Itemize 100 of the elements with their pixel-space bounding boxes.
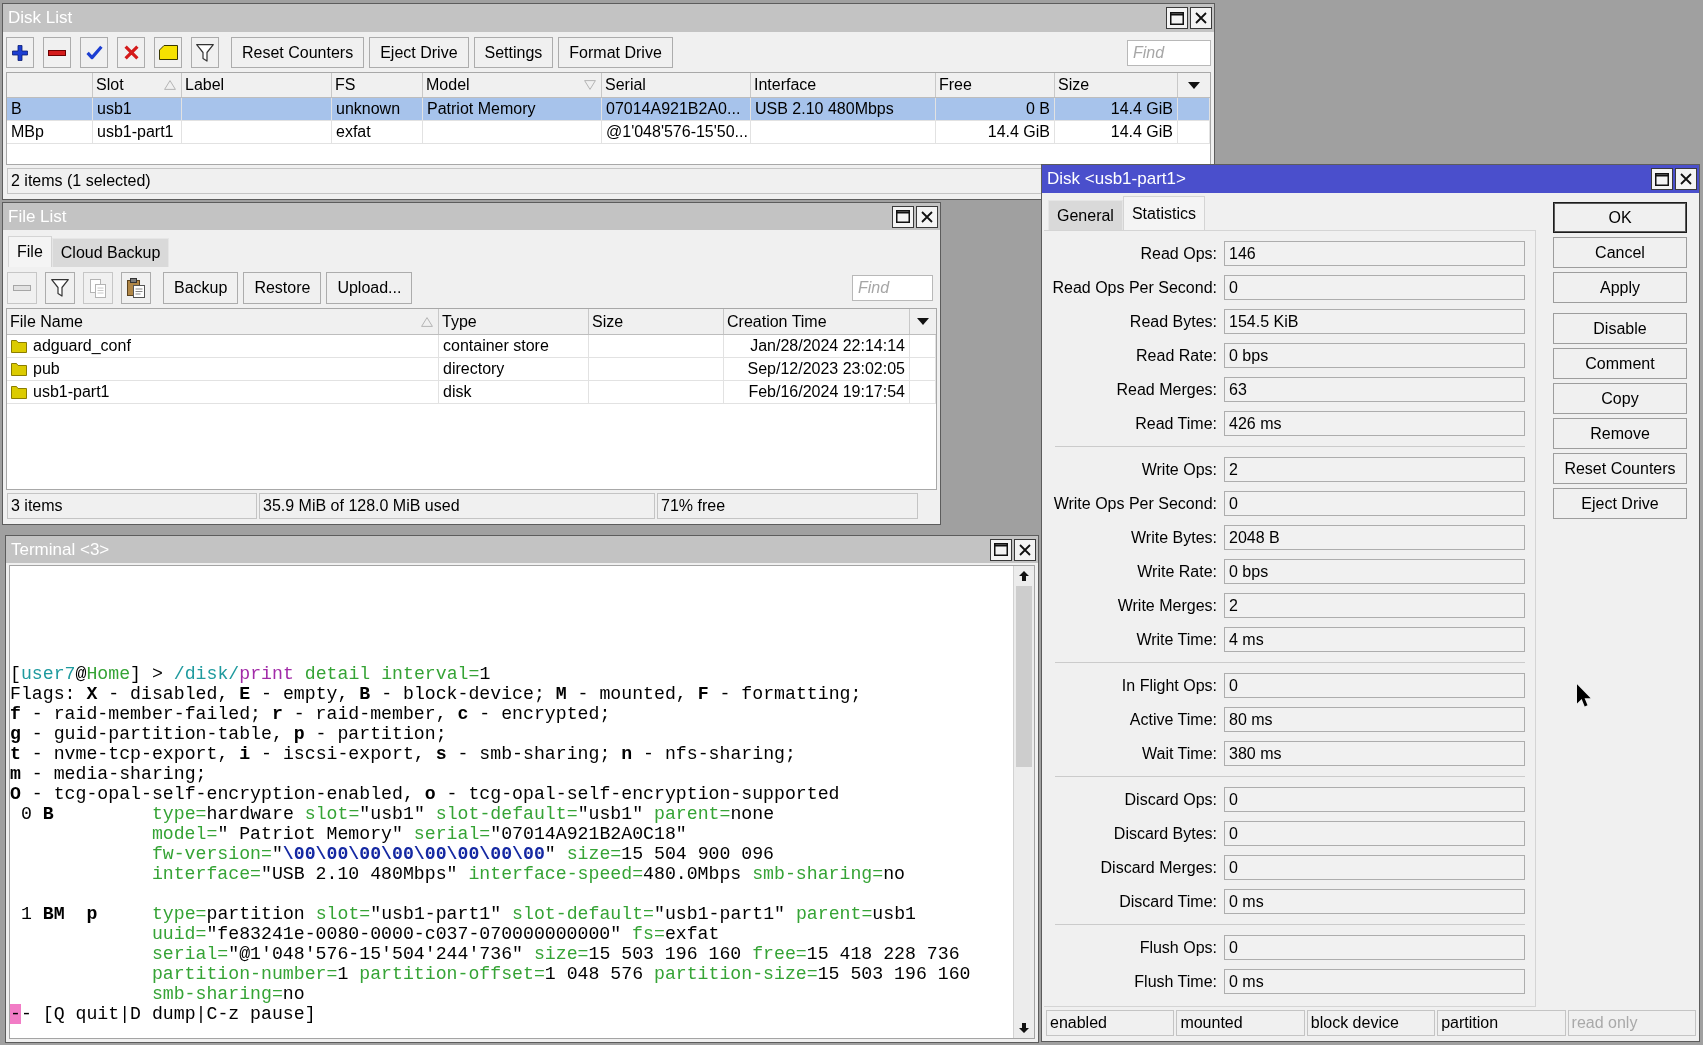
enable-button[interactable] (80, 37, 108, 68)
folder-icon (11, 385, 27, 399)
maximize-icon (1170, 11, 1184, 25)
table-cell: 0 B (936, 98, 1055, 120)
maximize-button[interactable] (892, 205, 914, 228)
value-field[interactable]: 0 (1224, 935, 1525, 960)
table-row[interactable]: pub directory Sep/12/2023 23:02:05 (7, 358, 936, 381)
close-button[interactable] (1014, 538, 1036, 561)
table-cell: 07014A921B2A0... (602, 98, 751, 120)
close-button[interactable] (1675, 168, 1697, 190)
check-icon (85, 45, 103, 60)
find-field[interactable]: Find (852, 275, 933, 301)
column-header[interactable]: Type (439, 309, 589, 334)
window-title: Disk <usb1-part1> (1047, 169, 1186, 189)
scrollbar[interactable] (1013, 566, 1034, 1038)
table-row[interactable]: B usb1 unknown Patriot Memory 07014A921B2A0... USB 2.10 480Mbps 0 B 14.4 GiB (7, 98, 1210, 121)
dialog-button[interactable]: Comment (1553, 348, 1687, 379)
column-header[interactable]: Interface (751, 73, 936, 97)
toolbar-button[interactable]: Reset Counters (231, 37, 365, 68)
find-field[interactable]: Find (1127, 39, 1211, 66)
field-label: Flush Ops: (1139, 938, 1217, 957)
terminal-line: 0 B type=hardware slot="usb1" slot-default="usb1" parent=none (19, 804, 775, 824)
remove-button[interactable] (43, 37, 71, 68)
value-field[interactable]: 80 ms (1224, 707, 1525, 732)
minus-icon (48, 49, 66, 56)
terminal-line: serial="@1'048'576-15'504'244'736" size=15 503 196 160 free=15 418 228 736 (151, 944, 960, 964)
column-header[interactable]: Creation Time (724, 309, 910, 334)
field-label: Discard Merges: (1100, 858, 1217, 877)
toolbar-button[interactable]: Restore (243, 272, 322, 304)
value-field[interactable]: 2 (1224, 593, 1525, 618)
column-header[interactable]: Label (182, 73, 332, 97)
close-button[interactable] (1190, 7, 1212, 29)
dialog-button[interactable]: Copy (1553, 383, 1687, 414)
paste-button[interactable] (121, 272, 151, 304)
table-row[interactable]: adguard_conf container store Jan/28/2024 22:14:14 (7, 335, 936, 358)
table-cell: directory (439, 358, 589, 380)
x-icon (123, 45, 139, 60)
filter-button[interactable] (191, 37, 219, 68)
toolbar-button[interactable]: Settings (473, 37, 554, 68)
table-cell: Feb/16/2024 19:17:54 (724, 381, 910, 403)
title-bar[interactable]: Disk <usb1-part1> (1042, 165, 1699, 193)
value-field[interactable]: 146 (1224, 241, 1525, 266)
disable-button[interactable] (117, 37, 145, 68)
maximize-button[interactable] (990, 538, 1012, 561)
add-button[interactable] (6, 37, 34, 68)
dialog-button[interactable]: OK (1553, 202, 1687, 233)
comment-button[interactable] (154, 37, 182, 68)
column-header[interactable]: Free (936, 73, 1055, 97)
tab[interactable]: Statistics (1122, 196, 1205, 230)
value-field[interactable]: 0 bps (1224, 559, 1525, 584)
table-row[interactable]: MBp usb1-part1 exfat @1'048'576-15'50... 14.4 GiB 14.4 GiB (7, 121, 1210, 144)
toolbar-button[interactable]: Upload... (326, 272, 413, 304)
arrow-down-icon[interactable] (1019, 1023, 1029, 1033)
dialog-button[interactable]: Disable (1553, 313, 1687, 344)
column-header[interactable]: Size (589, 309, 724, 334)
value-field[interactable]: 380 ms (1224, 741, 1525, 766)
toolbar-button[interactable]: Backup (163, 272, 239, 304)
dialog-button[interactable]: Eject Drive (1553, 488, 1687, 519)
filter-button[interactable] (45, 272, 75, 304)
table-cell: Jan/28/2024 22:14:14 (724, 335, 910, 357)
tab[interactable]: General (1048, 200, 1123, 230)
column-header[interactable]: File Name (7, 309, 439, 334)
terminal-line: 1 BM p type=partition slot="usb1-part1" slot-default="usb1-part1" parent=usb1 (19, 904, 916, 924)
column-header[interactable]: Slot (93, 73, 182, 97)
toolbar-button[interactable]: Format Drive (558, 37, 673, 68)
scrollbar-thumb[interactable] (1016, 586, 1032, 767)
dialog-button[interactable]: Reset Counters (1553, 453, 1687, 484)
caret-down-icon[interactable] (1188, 81, 1200, 89)
dialog-button[interactable]: Cancel (1553, 237, 1687, 268)
arrow-up-icon[interactable] (1019, 571, 1029, 581)
maximize-button[interactable] (1166, 7, 1188, 29)
table-cell: 14.4 GiB (936, 121, 1055, 143)
value-field[interactable]: 0 ms (1224, 889, 1525, 914)
column-header[interactable]: Size (1055, 73, 1178, 97)
column-header[interactable]: Serial (602, 73, 751, 97)
value-field[interactable]: 4 ms (1224, 627, 1525, 652)
column-header[interactable]: FS (332, 73, 423, 97)
close-button[interactable] (916, 205, 938, 228)
value-field[interactable]: 0 ms (1224, 969, 1525, 994)
tab[interactable]: Cloud Backup (51, 238, 170, 267)
value-field[interactable]: 0 (1224, 673, 1525, 698)
caret-down-icon[interactable] (917, 318, 929, 325)
value-field[interactable]: 2048 B (1224, 525, 1525, 550)
dialog-button[interactable]: Remove (1553, 418, 1687, 449)
value-field[interactable]: 426 ms (1224, 411, 1525, 436)
column-header[interactable]: Model (423, 73, 602, 97)
table-row[interactable]: usb1-part1 disk Feb/16/2024 19:17:54 (7, 381, 936, 404)
value-field[interactable]: 63 (1224, 377, 1525, 402)
toolbar-button[interactable]: Eject Drive (369, 37, 469, 68)
value-field[interactable]: 0 (1224, 855, 1525, 880)
value-field[interactable]: 2 (1224, 457, 1525, 482)
maximize-button[interactable] (1651, 168, 1673, 190)
value-field[interactable]: 0 (1224, 787, 1525, 812)
value-field[interactable]: 0 (1224, 491, 1525, 516)
dialog-button[interactable]: Apply (1553, 272, 1687, 303)
value-field[interactable]: 0 (1224, 821, 1525, 846)
value-field[interactable]: 0 (1224, 275, 1525, 300)
value-field[interactable]: 154.5 KiB (1224, 309, 1525, 334)
value-field[interactable]: 0 bps (1224, 343, 1525, 368)
tab[interactable]: File (8, 236, 52, 267)
